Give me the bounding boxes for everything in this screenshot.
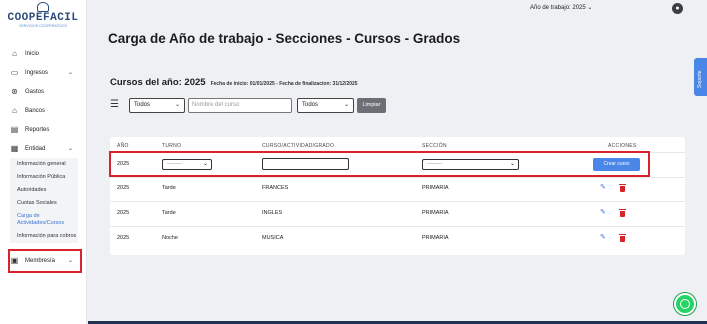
sidebar-item-label: Bancos (25, 107, 46, 114)
edit-icon[interactable]: ✎ (600, 233, 606, 241)
submenu-item-informacion-publica[interactable]: Información Pública (10, 171, 78, 184)
courses-dates: Fecha de inicio: 01/01/2025 - Fecha de f… (210, 81, 358, 87)
trash-icon[interactable] (619, 184, 626, 192)
sidebar-item-ingresos[interactable]: ▭ Ingresos ⌄ (0, 63, 87, 82)
logo-mark-icon (37, 2, 49, 12)
entidad-submenu: Información general Información Pública … (0, 158, 78, 243)
dollar-icon: ⊛ (11, 87, 18, 96)
courses-heading: Cursos del año: 2025 (110, 77, 206, 88)
sidebar-item-gastos[interactable]: ⊛ Gastos (0, 82, 87, 101)
chevron-down-icon: ⌄ (343, 102, 349, 108)
chevron-down-icon: ⌄ (67, 146, 73, 152)
column-header-actions: ACCIONES (608, 143, 637, 149)
filter-bar: ☰ Todos ⌄ Nombre del curso Todos ⌄ Limpi… (110, 98, 410, 114)
column-header-year: AÑO (117, 143, 129, 149)
brand-name: COOPEFACIL (7, 12, 79, 24)
user-avatar-icon[interactable]: ● (672, 3, 683, 14)
sidebar-item-bancos[interactable]: ⌂ Bancos (0, 101, 87, 120)
bank-icon: ⌂ (12, 106, 17, 115)
submenu-item-informacion-cobros[interactable]: Información para cobros (10, 230, 78, 243)
column-header-course: CURSO/ACTIVIDAD/GRADO (262, 143, 335, 149)
courses-header: Cursos del año: 2025 Fecha de inicio: 01… (110, 77, 358, 88)
cell-turn: Tarde (162, 185, 176, 191)
home-icon: ⌂ (12, 49, 17, 58)
sidebar-item-label: Gastos (25, 88, 45, 95)
support-tab[interactable]: Soporte (694, 58, 707, 96)
cell-section: PRIMARIA (422, 235, 449, 241)
cash-icon: ▭ (10, 68, 19, 77)
cell-section: PRIMARIA (422, 185, 449, 191)
highlight-box-sidebar (8, 249, 82, 273)
sidebar-nav: ⌂ Inicio ▭ Ingresos ⌄ ⊛ Gastos ⌂ Bancos … (0, 44, 87, 270)
section-filter-select[interactable]: Todos ⌄ (297, 98, 354, 113)
turn-filter-select[interactable]: Todos ⌄ (129, 98, 185, 113)
sidebar-item-label: Ingresos (25, 69, 49, 76)
clear-filters-button[interactable]: Limpiar (357, 98, 386, 113)
sidebar: COOPEFACIL SERVICIOS COOPERATIVOS ⌂ Inic… (0, 0, 87, 324)
submenu-item-cuotas-sociales[interactable]: Cuotas Sociales (10, 197, 78, 210)
highlight-box-new-row (109, 151, 650, 177)
cell-course: FRANCES (262, 185, 289, 191)
select-value: Todos (302, 102, 319, 108)
cell-section: PRIMARIA (422, 210, 449, 216)
divider (110, 201, 685, 202)
chevron-down-icon: ⌄ (67, 70, 73, 76)
chevron-down-icon: ⌄ (174, 102, 180, 108)
work-year-select[interactable]: Año de trabajo: 2025 ⌄ (530, 4, 592, 11)
trash-icon[interactable] (619, 234, 626, 242)
edit-icon[interactable]: ✎ (600, 208, 606, 216)
column-header-section: SECCIÓN (422, 143, 447, 149)
cell-year: 2025 (117, 210, 130, 216)
sidebar-item-reportes[interactable]: ▤ Reportes (0, 120, 87, 139)
page-title: Carga de Año de trabajo - Secciones - Cu… (108, 31, 461, 46)
edit-icon[interactable]: ✎ (600, 183, 606, 191)
divider (110, 177, 685, 178)
sidebar-item-label: Reportes (25, 126, 50, 133)
course-search-input[interactable]: Nombre del curso (188, 98, 292, 113)
sidebar-item-entidad[interactable]: ▦ Entidad ⌄ (0, 139, 87, 158)
chevron-down-icon: ⌄ (587, 5, 593, 11)
work-year-label: Año de trabajo: 2025 (530, 5, 586, 11)
whatsapp-phone-glyph (680, 299, 690, 309)
column-header-turn: TURNO (162, 143, 182, 149)
cell-year: 2025 (117, 185, 130, 191)
submenu-item-carga-actividades[interactable]: Carga de Actividades/Cursos (10, 210, 78, 230)
report-icon: ▤ (10, 125, 19, 134)
filter-sliders-icon[interactable]: ☰ (110, 99, 122, 111)
submenu-item-informacion-general[interactable]: Información general (10, 158, 78, 171)
brand-tagline: SERVICIOS COOPERATIVOS (19, 24, 67, 28)
grid-icon: ▦ (10, 144, 19, 153)
sidebar-item-label: Entidad (25, 145, 46, 152)
sidebar-item-label: Inicio (25, 50, 40, 57)
cell-turn: Tarde (162, 210, 176, 216)
divider (110, 226, 685, 227)
submenu-item-autoridades[interactable]: Autoridades (10, 184, 78, 197)
trash-icon[interactable] (619, 209, 626, 217)
brand-logo[interactable]: COOPEFACIL SERVICIOS COOPERATIVOS (4, 2, 82, 36)
select-value: Todos (134, 102, 151, 108)
cell-year: 2025 (117, 235, 130, 241)
cell-turn: Noche (162, 235, 178, 241)
sidebar-item-inicio[interactable]: ⌂ Inicio (0, 44, 87, 63)
support-label: Soporte (697, 70, 703, 88)
cell-course: MUSICA (262, 235, 284, 241)
cell-course: INGLES (262, 210, 283, 216)
whatsapp-icon[interactable] (674, 293, 696, 315)
